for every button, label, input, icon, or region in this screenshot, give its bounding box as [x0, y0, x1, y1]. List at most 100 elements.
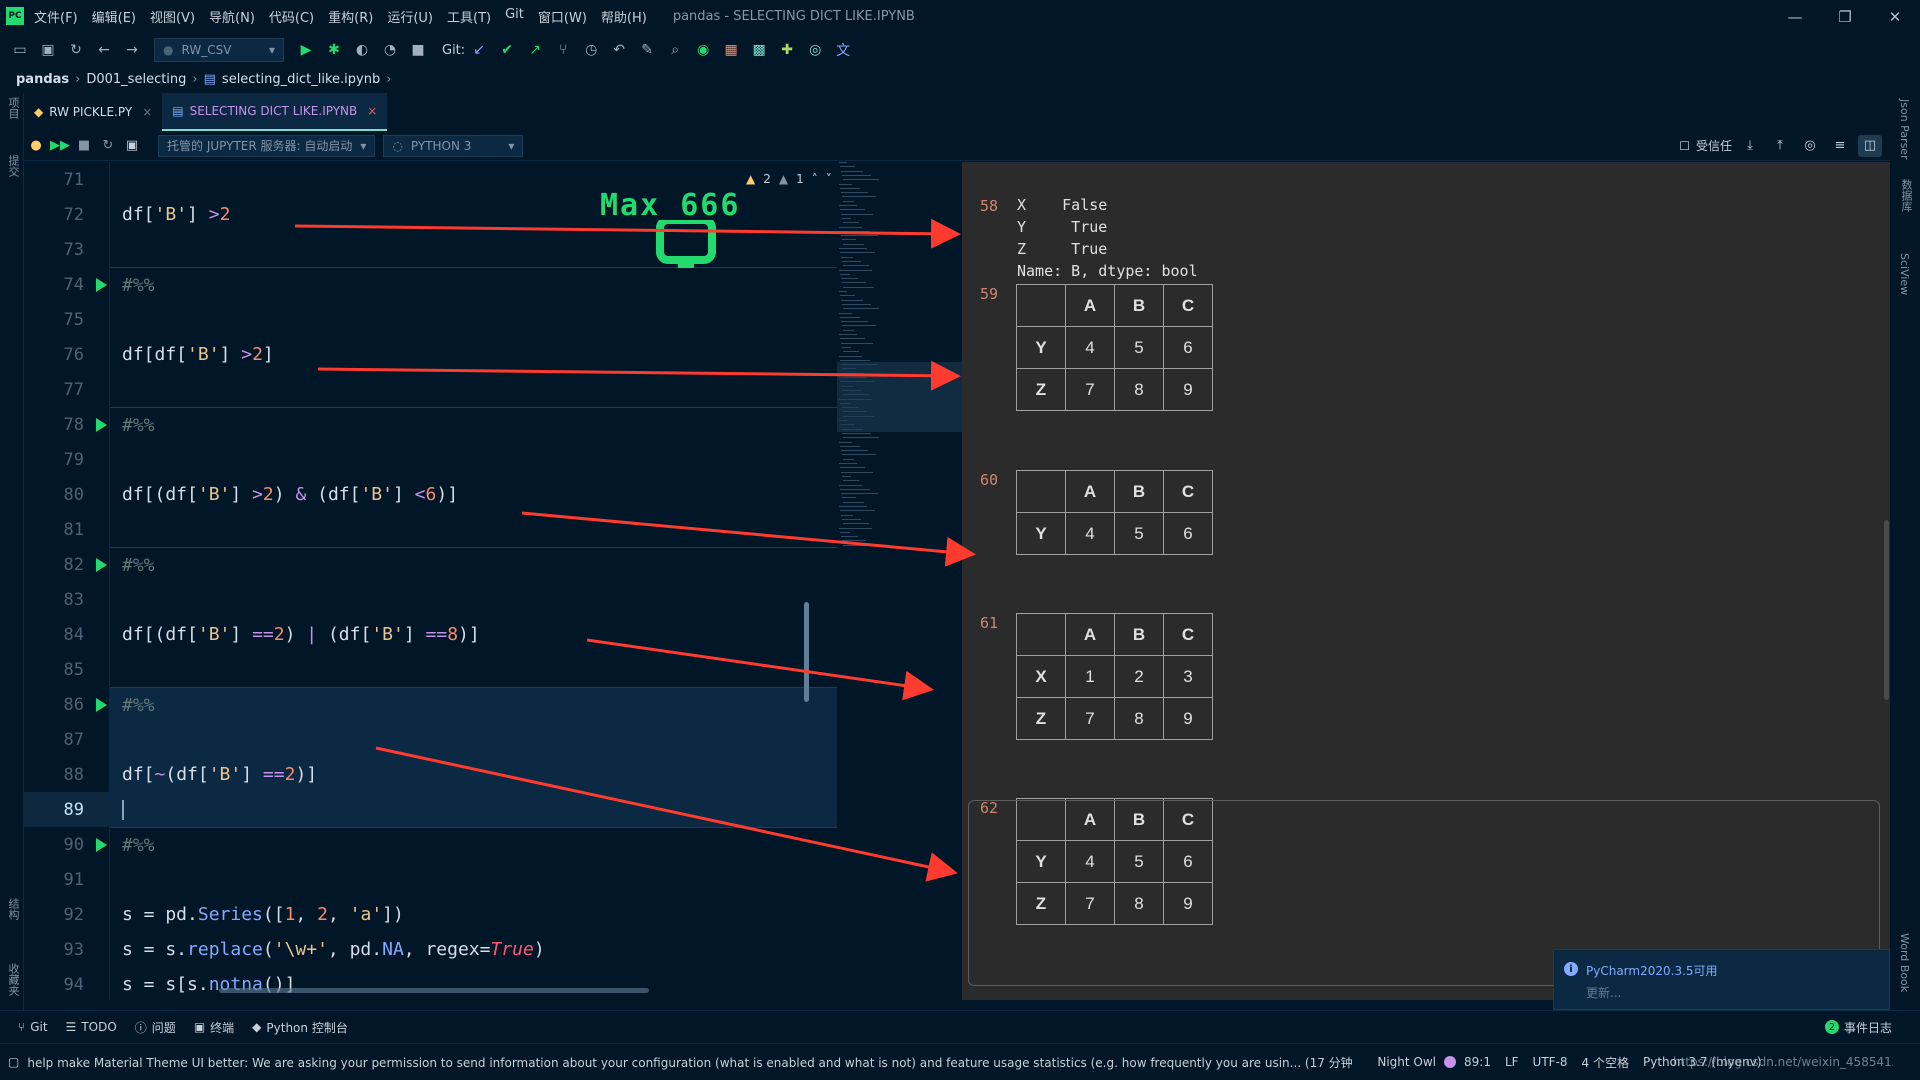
git-update-icon[interactable]: ↙: [468, 39, 490, 61]
problems-tool-button[interactable]: ⓘ 问题: [135, 1019, 176, 1036]
code-line[interactable]: df[df['B'] > 2]: [110, 337, 837, 372]
commit-tool-tab[interactable]: 提交: [5, 155, 21, 177]
code-line[interactable]: [110, 582, 837, 617]
menu-item[interactable]: 工具(T): [447, 7, 491, 26]
sciview-icon[interactable]: ▩: [748, 39, 770, 61]
minimap-viewport[interactable]: [837, 362, 962, 432]
cell-separator[interactable]: #%%: [110, 547, 837, 582]
export-icon[interactable]: ⤓: [1738, 135, 1762, 157]
code-line[interactable]: df[(df['B'] == 2) | (df['B'] == 8)]: [110, 617, 837, 652]
sync-icon[interactable]: ↻: [65, 39, 87, 61]
breadcrumb-folder[interactable]: D001_selecting: [86, 72, 186, 87]
close-tab-icon[interactable]: ×: [142, 105, 152, 119]
code-line[interactable]: [110, 652, 837, 687]
stop-icon[interactable]: ■: [407, 39, 429, 61]
interrupt-kernel-icon[interactable]: ■: [72, 135, 96, 157]
code-line[interactable]: [110, 792, 837, 827]
menu-item[interactable]: 代码(C): [269, 7, 314, 26]
jupyter-server-select[interactable]: 托管的 JUPYTER 服务器: 自动启动 ▾: [158, 134, 376, 157]
line-separator[interactable]: LF: [1505, 1055, 1519, 1069]
file-encoding[interactable]: UTF-8: [1533, 1055, 1568, 1069]
breadcrumb-file[interactable]: selecting_dict_like.ipynb: [222, 72, 380, 87]
structure-icon[interactable]: ▦: [720, 39, 742, 61]
code-line[interactable]: df[(df['B'] > 2) & (df['B'] < 6)]: [110, 477, 837, 512]
run-all-icon[interactable]: ▶▶: [48, 135, 72, 157]
close-tab-icon[interactable]: ×: [367, 104, 377, 118]
cell-separator[interactable]: #%%: [110, 687, 837, 722]
run-cell-icon[interactable]: [96, 837, 107, 852]
cursor-position[interactable]: 89:1: [1464, 1055, 1491, 1069]
forward-icon[interactable]: →: [121, 39, 143, 61]
update-notification[interactable]: i PyCharm2020.3.5可用 更新...: [1553, 949, 1890, 1010]
output-scrollbar[interactable]: [1884, 520, 1889, 700]
variables-icon[interactable]: ▣: [120, 135, 144, 157]
word-book-tool-tab[interactable]: Word Book: [1898, 933, 1911, 992]
code-line[interactable]: df[~ (df['B'] == 2)]: [110, 757, 837, 792]
breadcrumb-project[interactable]: pandas: [16, 72, 69, 87]
search-everywhere-icon[interactable]: ◉: [692, 39, 714, 61]
coverage-icon[interactable]: ◐: [351, 39, 373, 61]
code-line[interactable]: [110, 302, 837, 337]
todo-tool-button[interactable]: ☰ TODO: [66, 1020, 117, 1034]
history-icon[interactable]: ◷: [580, 39, 602, 61]
open-folder-icon[interactable]: ▭: [9, 39, 31, 61]
git-tool-button[interactable]: ⑂ Git: [18, 1020, 48, 1034]
git-push-icon[interactable]: ↗: [524, 39, 546, 61]
code-line[interactable]: [110, 372, 837, 407]
menu-item[interactable]: 视图(V): [150, 7, 195, 26]
terminal-tool-button[interactable]: ▣ 终端: [194, 1019, 234, 1036]
code-line[interactable]: [110, 862, 837, 897]
indent-setting[interactable]: 4 个空格: [1582, 1054, 1629, 1071]
chevron-down-icon[interactable]: ˅: [826, 172, 832, 186]
database-tool-tab[interactable]: 数据库: [1898, 179, 1914, 212]
debug-icon[interactable]: ✱: [323, 39, 345, 61]
code-line[interactable]: [110, 442, 837, 477]
structure-tool-tab[interactable]: 结构: [5, 898, 21, 920]
git-commit-icon[interactable]: ✔: [496, 39, 518, 61]
git-branch-icon[interactable]: ⑂: [552, 39, 574, 61]
menu-item[interactable]: 窗口(W): [538, 7, 587, 26]
run-icon[interactable]: ▶: [295, 39, 317, 61]
sciview-tool-tab[interactable]: SciView: [1898, 253, 1911, 295]
plugins-icon[interactable]: ✚: [776, 39, 798, 61]
eye-icon[interactable]: ◎: [1798, 135, 1822, 157]
minimize-icon[interactable]: —: [1770, 8, 1820, 26]
menu-item[interactable]: 导航(N): [209, 7, 255, 26]
menu-item[interactable]: 文件(F): [34, 7, 78, 26]
search-icon[interactable]: ⌕: [664, 39, 686, 61]
inspection-widget[interactable]: ▲ 2 ▲ 1 ˄ ˅: [746, 172, 832, 186]
menu-item[interactable]: 编辑(E): [92, 7, 136, 26]
run-config-select[interactable]: ● RW_CSV ▾: [154, 38, 284, 62]
translate-icon[interactable]: 文: [832, 39, 854, 61]
code-line[interactable]: [110, 722, 837, 757]
run-cell-icon[interactable]: [96, 557, 107, 572]
menu-item[interactable]: 重构(R): [328, 7, 373, 26]
lightbulb-icon[interactable]: ●: [24, 135, 48, 157]
rollback-icon[interactable]: ↶: [608, 39, 630, 61]
code-line[interactable]: [110, 512, 837, 547]
run-cell-icon[interactable]: [96, 417, 107, 432]
minimap[interactable]: [837, 162, 962, 1000]
profile-icon[interactable]: ◔: [379, 39, 401, 61]
tab-selecting-dict-like[interactable]: ▤ SELECTING DICT LIKE.IPYNB ×: [162, 93, 388, 131]
python-console-tool-button[interactable]: ◆ Python 控制台: [252, 1019, 348, 1036]
settings-wrench-icon[interactable]: ✎: [636, 39, 658, 61]
project-tool-tab[interactable]: 项目: [5, 97, 21, 119]
restart-kernel-icon[interactable]: ↻: [96, 135, 120, 157]
code-line[interactable]: s = pd. Series([1, 2, 'a']): [110, 897, 837, 932]
interpreter-label[interactable]: Python 3.7 (myenv) https://blog.csdn.net/…: [1643, 1055, 1893, 1069]
event-log-button[interactable]: 2 事件日志: [1824, 1019, 1892, 1036]
favorites-tool-tab[interactable]: 收藏夹: [5, 963, 21, 996]
cell-separator[interactable]: #%%: [110, 407, 837, 442]
update-link[interactable]: 更新...: [1586, 984, 1621, 1001]
code-line[interactable]: s = s[s. notna()]: [110, 967, 837, 1000]
cell-separator[interactable]: #%%: [110, 267, 837, 302]
back-icon[interactable]: ←: [93, 39, 115, 61]
restore-icon[interactable]: ❐: [1820, 8, 1870, 26]
theme-label[interactable]: Night Owl: [1377, 1055, 1436, 1069]
save-icon[interactable]: ▣: [37, 39, 59, 61]
close-icon[interactable]: ✕: [1870, 8, 1920, 26]
chevron-up-icon[interactable]: ˄: [812, 172, 818, 186]
menu-item[interactable]: 运行(U): [387, 7, 433, 26]
cell-separator[interactable]: #%%: [110, 827, 837, 862]
